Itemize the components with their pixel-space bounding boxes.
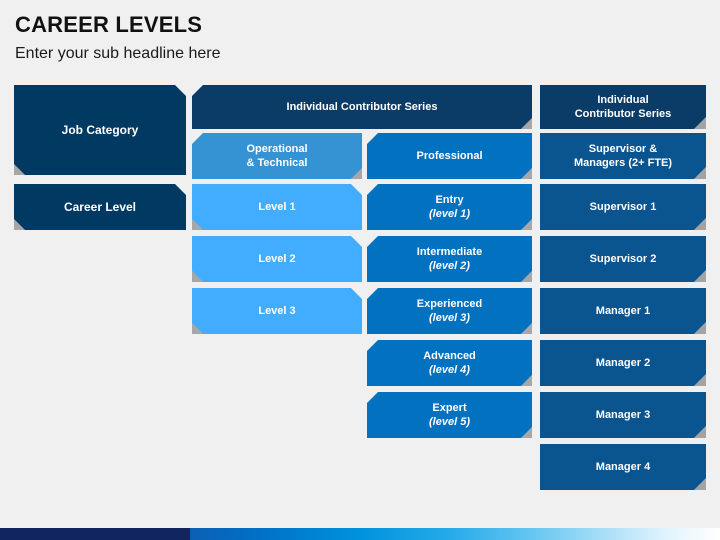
bottom-accent-gradient [190,528,720,540]
fold-corner [694,374,706,386]
fold-corner [694,167,706,179]
fold-corner [192,271,203,282]
row-label-job-category[interactable]: Job Category [14,85,186,175]
fold-corner [694,426,706,438]
career-levels-diagram: Job Category Career Level Individual Con… [0,0,720,500]
cell-supervisor-1[interactable]: Supervisor 1 [540,184,706,230]
fold-corner [521,168,532,179]
fold-corner [694,270,706,282]
row-label-career-level[interactable]: Career Level [14,184,186,230]
cell-level-1[interactable]: Level 1 [192,184,362,230]
bottom-accent-bar [0,528,720,540]
series-header-individual-contributor-left[interactable]: Individual Contributor Series [192,85,532,129]
sub-header-professional[interactable]: Professional [367,133,532,179]
fold-corner [14,219,25,230]
cell-manager-3[interactable]: Manager 3 [540,392,706,438]
sub-header-operational-technical[interactable]: Operational & Technical [192,133,362,179]
cell-expert[interactable]: Expert (level 5) [367,392,532,438]
fold-corner [14,164,25,175]
fold-corner [521,219,532,230]
fold-corner [694,117,706,129]
sub-header-supervisor-managers[interactable]: Supervisor & Managers (2+ FTE) [540,133,706,179]
bottom-accent-solid [0,528,190,540]
fold-corner [521,271,532,282]
cell-entry[interactable]: Entry (level 1) [367,184,532,230]
fold-corner [192,219,203,230]
cell-experienced[interactable]: Experienced (level 3) [367,288,532,334]
cell-manager-4[interactable]: Manager 4 [540,444,706,490]
fold-corner [521,375,532,386]
fold-corner [521,427,532,438]
cell-supervisor-2[interactable]: Supervisor 2 [540,236,706,282]
cell-level-2[interactable]: Level 2 [192,236,362,282]
fold-corner [351,168,362,179]
cell-level-3[interactable]: Level 3 [192,288,362,334]
cell-manager-2[interactable]: Manager 2 [540,340,706,386]
fold-corner [694,218,706,230]
cell-manager-1[interactable]: Manager 1 [540,288,706,334]
series-header-individual-contributor-right[interactable]: Individual Contributor Series [540,85,706,129]
cell-intermediate[interactable]: Intermediate (level 2) [367,236,532,282]
cell-advanced[interactable]: Advanced (level 4) [367,340,532,386]
fold-corner [521,323,532,334]
fold-corner [694,478,706,490]
fold-corner [521,118,532,129]
fold-corner [192,323,203,334]
fold-corner [694,322,706,334]
